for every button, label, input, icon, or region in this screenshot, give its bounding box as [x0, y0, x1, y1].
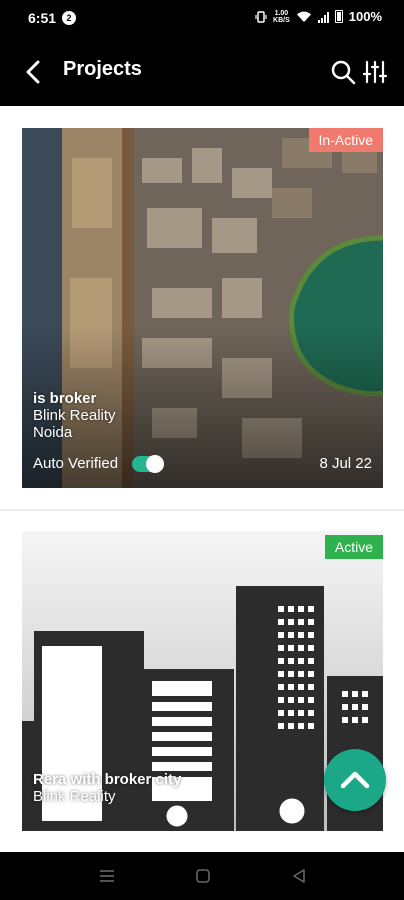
auto-verified-label: Auto Verified [33, 455, 119, 472]
project-date: 8 Jul 22 [319, 455, 372, 472]
scroll-top-button[interactable] [324, 749, 386, 811]
system-nav-bar [0, 852, 404, 900]
sliders-icon[interactable] [362, 59, 388, 85]
auto-verified-toggle[interactable] [132, 454, 165, 473]
search-icon[interactable] [330, 59, 356, 85]
signal-icon [317, 11, 329, 23]
vibrate-icon [255, 10, 267, 23]
network-speed-value: 1.00 [274, 9, 289, 17]
page-title: Projects [63, 58, 142, 80]
network-speed: 1.00 KB/S [273, 10, 290, 24]
project-info: Rera with broker city Blink Reality [33, 771, 181, 805]
battery-icon [334, 10, 343, 23]
battery-level: 100% [348, 9, 382, 24]
project-name: Rera with broker city [33, 771, 182, 788]
project-card[interactable]: In-Active is broker Blink Reality Noida … [22, 128, 383, 488]
project-info: is broker Blink Reality Noida [33, 390, 116, 441]
auto-verified-row: Auto Verified [33, 454, 165, 473]
menu-icon[interactable] [98, 867, 116, 885]
project-developer: Blink Reality [33, 407, 116, 424]
chevron-up-icon [340, 771, 370, 789]
back-triangle-icon[interactable] [290, 867, 308, 885]
divider [0, 509, 404, 511]
status-icons: 1.00 KB/S 100% [255, 9, 382, 24]
notification-badge: 2 [62, 11, 76, 25]
app-bar: Projects [0, 38, 404, 106]
wifi-icon [296, 11, 311, 22]
chevron-left-icon[interactable] [20, 58, 48, 86]
project-developer: Blink Reality [33, 788, 116, 805]
project-name: is broker [33, 390, 97, 407]
project-list[interactable]: In-Active is broker Blink Reality Noida … [0, 106, 404, 852]
home-square-icon[interactable] [194, 867, 212, 885]
network-speed-unit: KB/S [273, 16, 290, 24]
status-badge: In-Active [308, 128, 383, 152]
status-time: 6:51 [28, 10, 57, 26]
status-bar: 6:51 2 1.00 KB/S 100% [0, 0, 404, 38]
status-badge: Active [324, 535, 383, 559]
project-location: Noida [33, 424, 73, 441]
